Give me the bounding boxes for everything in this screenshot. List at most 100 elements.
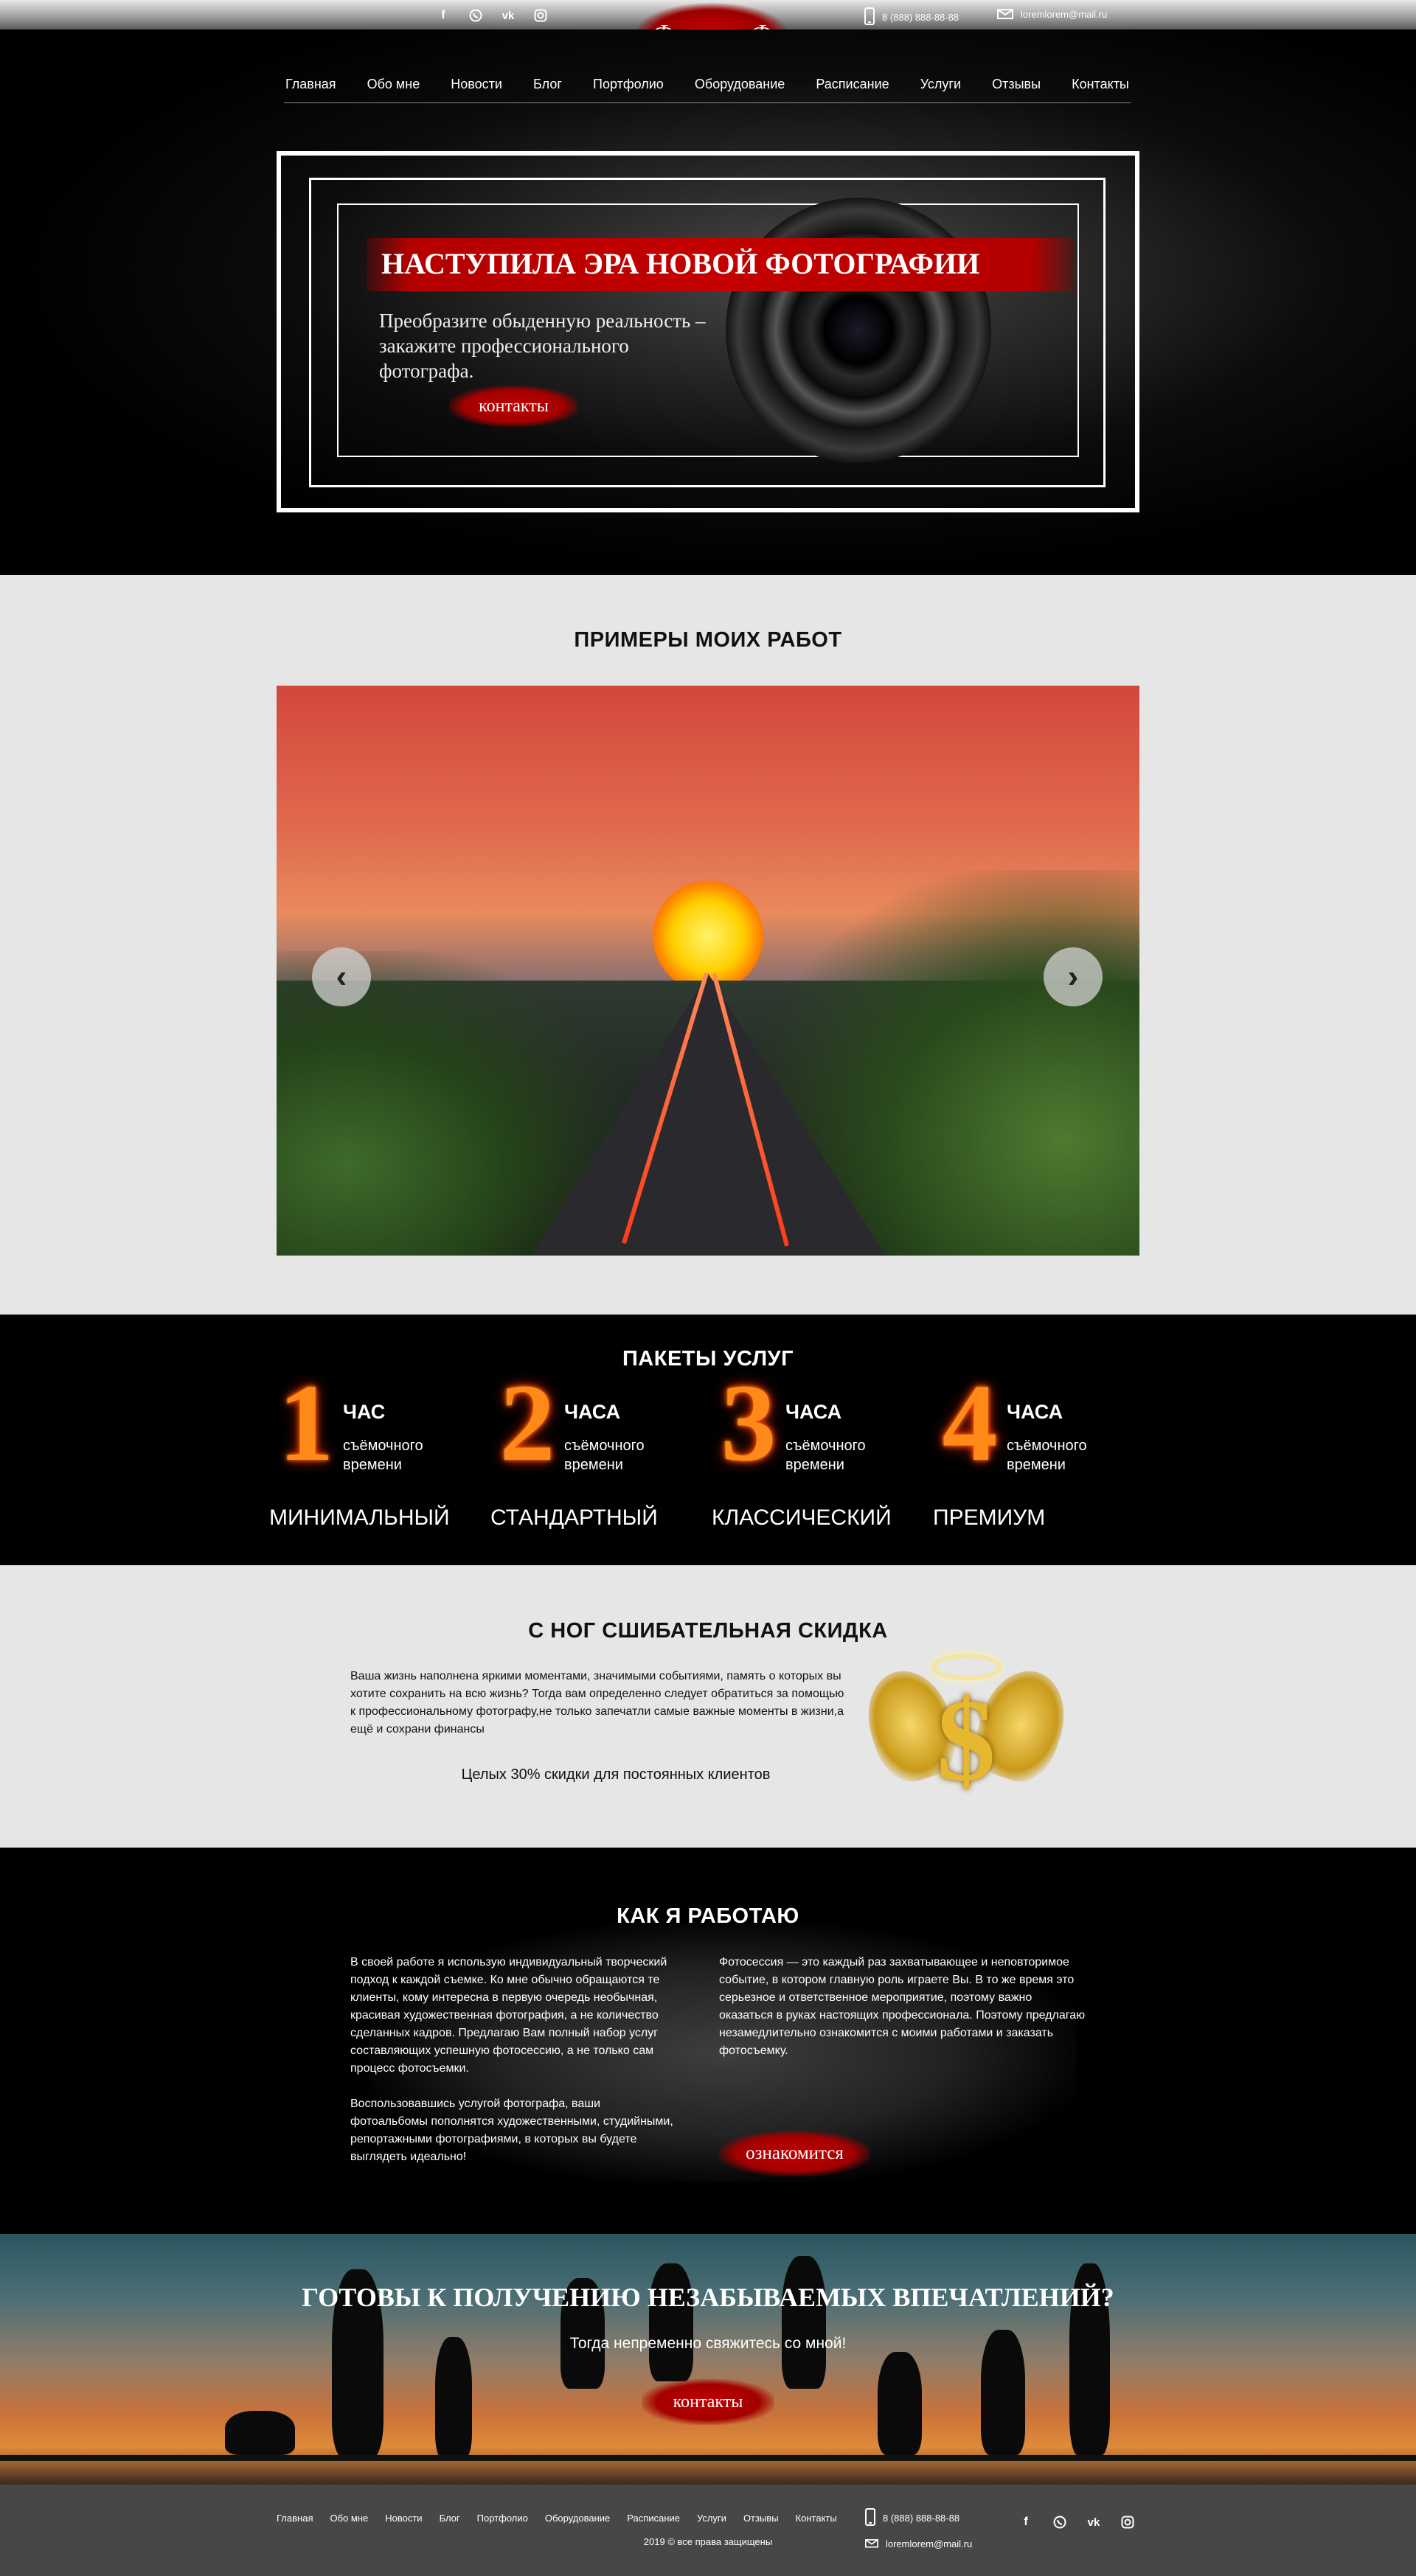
footer-phone-number: 8 (888) 888-88-88 xyxy=(883,2513,960,2524)
how-paragraph: В своей работе я использую индивидуальны… xyxy=(350,1956,667,2075)
cta-subtitle: Тогда непременно свяжитесь со мной! xyxy=(569,2335,847,2352)
package-card[interactable]: 1 ЧАС съёмочного времени МИНИМАЛЬНЫЙ xyxy=(269,1362,490,1541)
nav-item-reviews[interactable]: Отзывы xyxy=(992,77,1041,92)
footer-nav-item[interactable]: Обо мне xyxy=(330,2513,368,2524)
footer-email-address: loremlorem@mail.ru xyxy=(886,2538,973,2549)
hero-frame: НАСТУПИЛА ЭРА НОВОЙ ФОТОГРАФИИ Преобрази… xyxy=(277,151,1139,512)
mail-icon xyxy=(997,7,1013,21)
hero-section: Главная Обо мне Новости Блог Портфолио О… xyxy=(0,29,1416,575)
package-desc-line: съёмочного xyxy=(343,1438,423,1454)
footer: Главная Обо мне Новости Блог Портфолио О… xyxy=(0,2485,1416,2576)
how-paragraph: Фотосессия — это каждый раз захватывающе… xyxy=(719,1956,1086,2057)
package-desc-line: времени xyxy=(785,1457,844,1473)
footer-nav-item[interactable]: Отзывы xyxy=(743,2513,779,2524)
whatsapp-icon[interactable] xyxy=(1052,2514,1068,2530)
top-phone[interactable]: 8 (888) 888-88-88 xyxy=(864,7,959,27)
silhouette-cat xyxy=(225,2411,295,2455)
how-learn-button[interactable]: ознакомится xyxy=(719,2131,870,2176)
package-desc-line: времени xyxy=(343,1457,402,1473)
footer-nav-item[interactable]: Блог xyxy=(440,2513,460,2524)
facebook-icon[interactable]: f xyxy=(1018,2514,1034,2530)
fire-number: 3 xyxy=(721,1362,777,1484)
package-desc-line: времени xyxy=(564,1457,623,1473)
camera-lens-image xyxy=(726,198,991,463)
nav-item-about[interactable]: Обо мне xyxy=(367,77,420,92)
package-desc-line: времени xyxy=(1007,1457,1066,1473)
nav-item-contacts[interactable]: Контакты xyxy=(1072,77,1129,92)
nav-item-portfolio[interactable]: Портфолио xyxy=(593,77,664,92)
slider-next-button[interactable]: › xyxy=(1044,947,1103,1006)
hero-subtitle-line: Преобразите обыденную реальность – xyxy=(379,310,706,332)
packages-title: ПАКЕТЫ УСЛУГ xyxy=(622,1347,794,1371)
cta-contacts-button[interactable]: контакты xyxy=(642,2379,774,2425)
nav-item-services[interactable]: Услуги xyxy=(920,77,961,92)
footer-nav-item[interactable]: Главная xyxy=(277,2513,313,2524)
works-title: ПРИМЕРЫ МОИХ РАБОТ xyxy=(574,628,842,652)
footer-email[interactable]: loremlorem@mail.ru xyxy=(865,2538,972,2550)
whatsapp-icon[interactable] xyxy=(468,7,484,24)
footer-social-links: f vk xyxy=(1018,2514,1136,2530)
discount-offer: Целых 30% скидки для постоянных клиентов xyxy=(461,1766,771,1783)
package-desc: съёмочного времени xyxy=(343,1436,476,1475)
footer-nav-item[interactable]: Портфолио xyxy=(477,2513,528,2524)
package-card[interactable]: 4 ЧАСА съёмочного времени ПРЕМИУМ xyxy=(933,1362,1154,1541)
nav-item-blog[interactable]: Блог xyxy=(533,77,562,92)
chevron-right-icon: › xyxy=(1067,958,1079,995)
package-desc-line: съёмочного xyxy=(564,1438,645,1454)
winged-dollar-icon: $ xyxy=(855,1640,1077,1817)
package-unit: ЧАСА xyxy=(564,1401,621,1423)
package-desc: съёмочного времени xyxy=(785,1436,918,1475)
nav-item-schedule[interactable]: Расписание xyxy=(816,77,889,92)
instagram-icon[interactable] xyxy=(532,7,549,24)
nav-item-home[interactable]: Главная xyxy=(285,77,336,92)
chevron-left-icon: ‹ xyxy=(336,958,347,995)
hero-subtitle-line: закажите профессионального xyxy=(379,335,629,357)
discount-title: С НОГ СШИБАТЕЛЬНАЯ СКИДКА xyxy=(528,1619,888,1643)
footer-phone[interactable]: 8 (888) 888-88-88 xyxy=(865,2508,959,2528)
fire-number: 4 xyxy=(942,1362,998,1484)
package-desc: съёмочного времени xyxy=(1007,1436,1139,1475)
package-card[interactable]: 3 ЧАСА съёмочного времени КЛАССИЧЕСКИЙ xyxy=(712,1362,933,1541)
how-paragraph: Воспользовавшись услугой фотографа, ваши… xyxy=(350,2098,673,2163)
fire-number: 1 xyxy=(278,1362,334,1484)
phone-number: 8 (888) 888-88-88 xyxy=(882,12,959,23)
hero-frame-middle: НАСТУПИЛА ЭРА НОВОЙ ФОТОГРАФИИ Преобрази… xyxy=(309,178,1106,487)
hero-contacts-button[interactable]: контакты xyxy=(449,386,578,427)
cta-section: ГОТОВЫ К ПОЛУЧЕНИЮ НЕЗАБЫВАЕМЫХ ВПЕЧАТЛЕ… xyxy=(0,2234,1416,2485)
package-name: ПРЕМИУМ xyxy=(933,1505,1046,1530)
top-social-links: f vk xyxy=(435,7,549,24)
hero-subtitle-line: фотографа. xyxy=(379,360,474,382)
footer-nav-item[interactable]: Оборудование xyxy=(545,2513,610,2524)
vk-icon[interactable]: vk xyxy=(500,7,516,24)
facebook-icon[interactable]: f xyxy=(435,7,451,24)
package-unit: ЧАСА xyxy=(1007,1401,1063,1423)
footer-nav-item[interactable]: Услуги xyxy=(697,2513,726,2524)
nav-item-news[interactable]: Новости xyxy=(451,77,502,92)
how-right-column: Фотосессия — это каждый раз захватывающе… xyxy=(719,1954,1088,2060)
cta-ground-line xyxy=(0,2455,1416,2461)
top-email[interactable]: loremlorem@mail.ru xyxy=(997,7,1107,21)
vk-icon[interactable]: vk xyxy=(1086,2514,1102,2530)
footer-nav-item[interactable]: Новости xyxy=(385,2513,422,2524)
slider-prev-button[interactable]: ‹ xyxy=(312,947,371,1006)
hero-subtitle: Преобразите обыденную реальность – закаж… xyxy=(379,308,748,383)
cta-title: ГОТОВЫ К ПОЛУЧЕНИЮ НЕЗАБЫВАЕМЫХ ВПЕЧАТЛЕ… xyxy=(302,2283,1114,2312)
mail-icon xyxy=(865,2538,878,2550)
silhouette-person xyxy=(878,2352,922,2455)
instagram-icon[interactable] xyxy=(1120,2514,1136,2530)
package-name: МИНИМАЛЬНЫЙ xyxy=(269,1505,450,1530)
how-left-column: В своей работе я использую индивидуальны… xyxy=(350,1954,675,2166)
works-slider[interactable]: ‹ › xyxy=(277,686,1139,1256)
package-desc-line: съёмочного xyxy=(785,1438,866,1454)
hero-headline: НАСТУПИЛА ЭРА НОВОЙ ФОТОГРАФИИ xyxy=(381,247,980,280)
footer-nav-item[interactable]: Расписание xyxy=(627,2513,680,2524)
silhouette-person xyxy=(782,2256,826,2389)
main-nav: Главная Обо мне Новости Блог Портфолио О… xyxy=(284,74,1131,103)
footer-nav-item[interactable]: Контакты xyxy=(796,2513,837,2524)
package-card[interactable]: 2 ЧАСА съёмочного времени СТАНДАРТНЫЙ xyxy=(490,1368,712,1541)
silhouette-person xyxy=(649,2263,693,2381)
silhouette-person xyxy=(435,2337,472,2459)
nav-item-equipment[interactable]: Оборудование xyxy=(695,77,785,92)
package-name: КЛАССИЧЕСКИЙ xyxy=(712,1505,892,1530)
footer-nav: Главная Обо мне Новости Блог Портфолио О… xyxy=(277,2513,854,2524)
